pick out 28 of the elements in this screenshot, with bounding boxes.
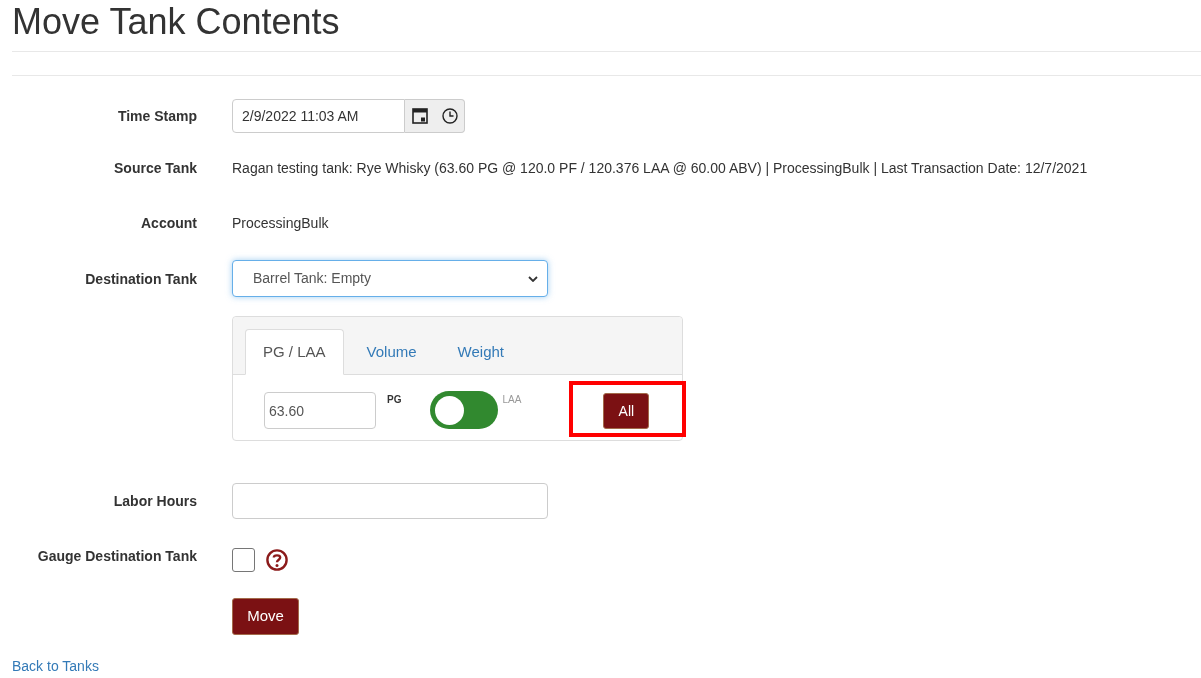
gauge-checkbox[interactable] — [232, 548, 255, 572]
unit-tab[interactable]: PG / LAA — [245, 329, 344, 375]
toggle-knob[interactable] — [435, 395, 465, 425]
move-button[interactable]: Move — [232, 598, 299, 635]
field-label: Labor Hours — [113, 493, 197, 509]
amount-input[interactable]: 63.60 — [264, 392, 376, 429]
field-label: Account — [141, 215, 197, 231]
field-label: Source Tank — [114, 160, 197, 176]
field-label: Gauge Destination Tank — [37, 548, 197, 564]
unit-tab[interactable]: Weight — [439, 329, 522, 375]
all-button[interactable]: All — [603, 393, 650, 429]
labor-hours-input[interactable] — [232, 483, 548, 519]
page-title: Move Tank Contents — [12, 0, 340, 42]
destination-select[interactable]: Barrel Tank: Empty — [232, 260, 548, 297]
field-label: Destination Tank — [85, 270, 197, 287]
help-icon[interactable] — [266, 549, 288, 571]
date-time-input[interactable]: 2/9/2022 11:03 AM — [232, 99, 405, 133]
back-link[interactable]: Back to Tanks — [12, 658, 99, 674]
clock-icon[interactable] — [442, 108, 458, 124]
field-label: Time Stamp — [117, 108, 197, 124]
unit-tab[interactable]: Volume — [348, 329, 435, 375]
calendar-icon[interactable] — [412, 108, 428, 124]
chevron-down-icon — [528, 275, 538, 282]
unit-label: LAA — [502, 394, 522, 406]
source-tank-text: Ragan testing tank: Rye Whisky (63.60 PG @ 120.0 PF / 120.376 LAA @ 60.00 ABV) | ProcessingBulk | Last Transaction Date: 12/7/2021 — [232, 158, 1088, 178]
unit-toggle[interactable] — [430, 391, 499, 429]
account-text: ProcessingBulk — [232, 213, 329, 233]
unit-label: PG — [387, 394, 402, 406]
